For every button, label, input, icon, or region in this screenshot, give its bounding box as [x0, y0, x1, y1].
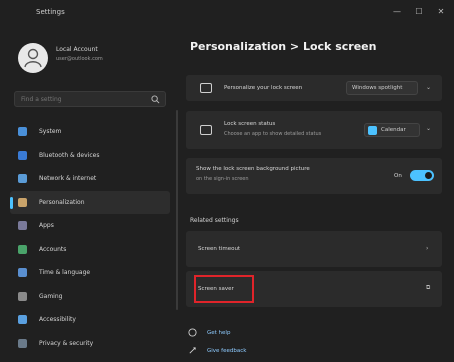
screen-timeout-label: Screen timeout — [198, 246, 241, 252]
system-icon — [18, 127, 27, 137]
related-settings-heading: Related settings — [190, 217, 239, 224]
chevron-down-icon[interactable]: ⌄ — [426, 84, 431, 91]
status-icon — [200, 125, 212, 135]
background-toggle[interactable] — [410, 170, 434, 181]
apps-icon — [18, 221, 27, 231]
status-value: Calendar — [381, 127, 406, 133]
sidebar-item-accounts[interactable]: Accounts — [10, 238, 170, 262]
accounts-icon — [18, 244, 27, 254]
personalize-dropdown[interactable]: Windows spotlight — [346, 81, 418, 95]
sidebar-item-label: Accounts — [39, 245, 67, 253]
bluetooth-devices-icon — [18, 150, 27, 160]
sidebar-item-label: Gaming — [39, 292, 63, 300]
help-icon — [188, 328, 197, 337]
time-language-icon — [18, 268, 27, 278]
calendar-icon — [368, 126, 377, 135]
sidebar-item-gaming[interactable]: Gaming — [10, 285, 170, 309]
minimize-icon[interactable]: — — [392, 7, 402, 17]
sidebar-item-personalization[interactable]: Personalization — [10, 190, 170, 214]
sidebar-item-time-language[interactable]: Time & language — [10, 261, 170, 285]
chevron-down-icon[interactable]: ⌄ — [426, 125, 431, 132]
give-feedback-link[interactable]: Give feedback — [188, 346, 246, 355]
sidebar-item-system[interactable]: System — [10, 120, 170, 144]
personalize-label: Personalize your lock screen — [224, 85, 303, 91]
get-help-label[interactable]: Get help — [207, 330, 230, 336]
search-box[interactable] — [14, 91, 166, 107]
sidebar: Local Account user@outlook.com System Blu… — [0, 26, 182, 362]
user-email: user@outlook.com — [56, 56, 103, 62]
sidebar-item-privacy-security[interactable]: Privacy & security — [10, 332, 170, 356]
chevron-right-icon[interactable]: › — [426, 245, 428, 252]
sidebar-item-network-internet[interactable]: Network & internet — [10, 167, 170, 191]
accessibility-icon — [18, 315, 27, 325]
sidebar-item-label: Apps — [39, 222, 54, 230]
sidebar-item-label: Time & language — [39, 269, 91, 277]
status-dropdown[interactable]: Calendar — [364, 123, 420, 137]
network-internet-icon — [18, 174, 27, 184]
app-title: Settings — [36, 8, 65, 16]
personalization-icon — [18, 197, 27, 207]
search-icon[interactable] — [151, 95, 160, 104]
sidebar-nav: System Bluetooth & devices Network & inter… — [10, 120, 170, 362]
sidebar-item-label: Network & internet — [39, 175, 97, 183]
status-sublabel: Choose an app to show detailed status — [224, 131, 322, 137]
external-link-icon[interactable]: ⧉ — [426, 284, 430, 292]
sidebar-item-bluetooth-devices[interactable]: Bluetooth & devices — [10, 144, 170, 168]
title-bar: Settings — ☐ ✕ — [0, 0, 454, 26]
sidebar-item-label: Accessibility — [39, 316, 76, 324]
sidebar-item-windows-update[interactable]: Windows Update — [10, 355, 170, 362]
user-name: Local Account — [56, 46, 98, 53]
page-title: Personalization > Lock screen — [190, 40, 377, 53]
search-input[interactable] — [21, 95, 141, 104]
sidebar-scrollbar[interactable] — [176, 110, 178, 310]
sidebar-item-label: System — [39, 128, 62, 136]
lock-screen-status-row[interactable]: Lock screen status Choose an app to show… — [186, 111, 442, 149]
give-feedback-label[interactable]: Give feedback — [207, 348, 246, 354]
sidebar-item-accessibility[interactable]: Accessibility — [10, 308, 170, 332]
get-help-link[interactable]: Get help — [188, 328, 230, 337]
background-label: Show the lock screen background picture — [196, 166, 310, 172]
user-icon — [24, 48, 42, 68]
image-icon — [200, 83, 212, 93]
personalize-lock-screen-row[interactable]: Personalize your lock screen Windows spo… — [186, 75, 442, 101]
close-icon[interactable]: ✕ — [436, 7, 446, 17]
background-sublabel: on the sign-in screen — [196, 176, 249, 182]
avatar[interactable] — [18, 43, 48, 73]
status-label: Lock screen status — [224, 121, 276, 127]
settings-window: Settings — ☐ ✕ Local Account user@outloo… — [0, 0, 454, 362]
background-toggle-row[interactable]: Show the lock screen background picture … — [186, 158, 442, 194]
highlight-box — [194, 275, 254, 303]
screen-timeout-row[interactable]: Screen timeout › — [186, 231, 442, 267]
privacy-security-icon — [18, 338, 27, 348]
sidebar-item-label: Bluetooth & devices — [39, 151, 100, 159]
maximize-icon[interactable]: ☐ — [414, 7, 424, 17]
gaming-icon — [18, 291, 27, 301]
toggle-state: On — [394, 173, 402, 179]
sidebar-item-label: Privacy & security — [39, 339, 94, 347]
feedback-icon — [189, 347, 196, 354]
sidebar-item-apps[interactable]: Apps — [10, 214, 170, 238]
sidebar-item-label: Personalization — [39, 198, 85, 206]
